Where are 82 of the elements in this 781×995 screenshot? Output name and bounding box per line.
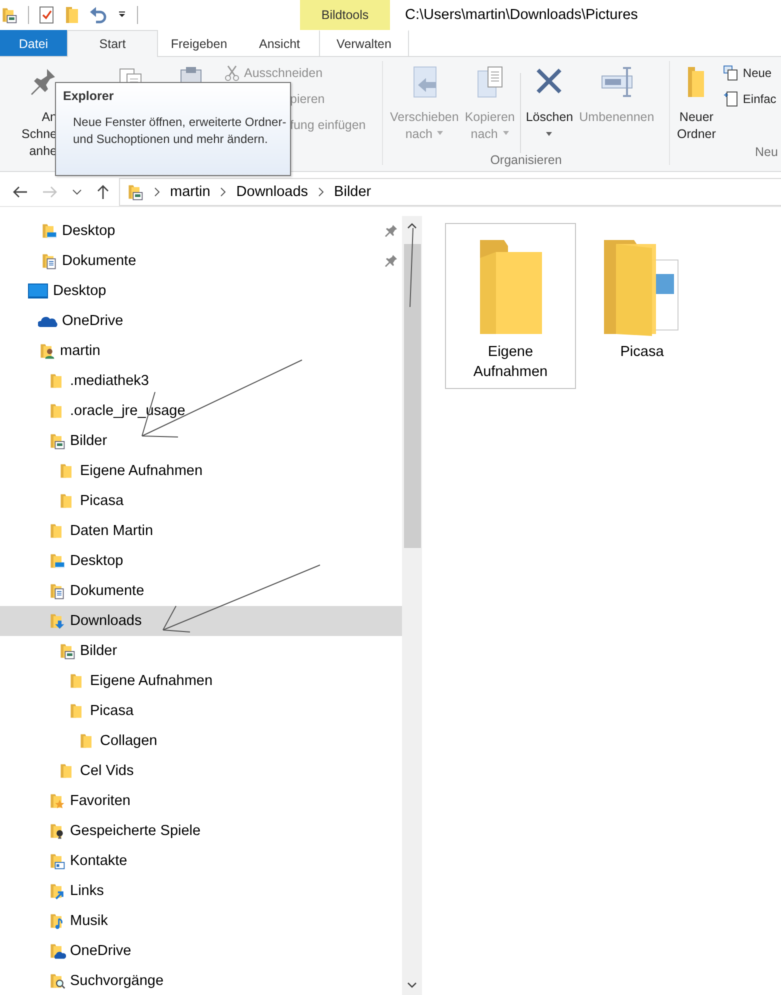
pictures-folder-icon: [126, 182, 144, 202]
chevron-icon: [317, 187, 326, 197]
tree-item[interactable]: Desktop: [0, 546, 402, 576]
folder-tile[interactable]: Picasa: [588, 223, 696, 389]
tree-item[interactable]: Dokumente: [0, 576, 402, 606]
user-folder-icon: [38, 342, 56, 360]
tree-item[interactable]: Collagen: [0, 726, 402, 756]
tree-item[interactable]: Picasa: [0, 696, 402, 726]
breadcrumb[interactable]: martin: [170, 184, 210, 200]
group-label: Neu: [754, 145, 779, 161]
scissors-icon: [224, 65, 240, 81]
tree-item[interactable]: Bilder: [0, 426, 402, 456]
desktop-folder-icon: [48, 552, 66, 570]
monitor-icon: [28, 283, 48, 299]
tree-item[interactable]: martin: [0, 336, 402, 366]
tree-item[interactable]: Eigene Aufnahmen: [0, 666, 402, 696]
downloads-folder-icon: [48, 612, 66, 630]
ribbon-tab[interactable]: Freigeben: [158, 30, 240, 56]
pin-icon[interactable]: [385, 255, 397, 267]
scrollbar-thumb[interactable]: [404, 244, 420, 548]
tree-item[interactable]: Eigene Aufnahmen: [0, 456, 402, 486]
ribbon-tab[interactable]: Ansicht: [240, 30, 319, 56]
tree-item[interactable]: Daten Martin: [0, 516, 402, 546]
undo-icon[interactable]: [89, 6, 107, 24]
back-arrow-icon[interactable]: [12, 185, 28, 199]
breadcrumb[interactable]: Bilder: [334, 184, 372, 200]
tree-item[interactable]: Gespeicherte Spiele: [0, 816, 402, 846]
links-folder-icon: [48, 882, 66, 900]
contextual-tab-header: Bildtools: [300, 0, 390, 30]
ribbon-button[interactable]: Neue: [722, 64, 776, 82]
search-folder-icon: [48, 972, 66, 990]
breadcrumb[interactable]: Downloads: [236, 184, 308, 200]
scrollbar[interactable]: [402, 216, 423, 995]
cloud-icon: [38, 314, 58, 328]
text-cursor-icon: [600, 65, 633, 99]
tree-item[interactable]: Links: [0, 876, 402, 906]
chevron-down-icon[interactable]: [407, 982, 417, 989]
tree-item[interactable]: Desktop: [0, 216, 402, 246]
tree-item[interactable]: Desktop: [0, 276, 402, 306]
tree-item[interactable]: Musik: [0, 906, 402, 936]
tree-item[interactable]: Kontakte: [0, 846, 402, 876]
folder-tile[interactable]: Eigene Aufnahmen: [445, 223, 576, 389]
tooltip-title: Explorer: [63, 89, 115, 103]
checklist-icon[interactable]: [39, 6, 55, 24]
documents-folder-icon: [48, 582, 66, 600]
file-tab[interactable]: Datei: [0, 30, 67, 56]
tooltip-text: Neue Fenster öffnen, erweiterte Ordner- und Suchoptionen und mehr ändern.: [73, 114, 288, 148]
documents-folder-icon: [40, 252, 58, 270]
pictures-folder-icon: [48, 432, 66, 450]
chevron-up-icon[interactable]: [407, 222, 417, 229]
tree-item[interactable]: Favoriten: [0, 786, 402, 816]
ribbon-button[interactable]: Neuer Ordner: [674, 65, 719, 143]
ribbon-button[interactable]: Löschen: [522, 65, 576, 139]
tree-item[interactable]: Bilder: [0, 636, 402, 666]
new-item-icon: [722, 65, 739, 81]
tree-item[interactable]: .mediathek3: [0, 366, 402, 396]
tree-item[interactable]: Downloads: [0, 606, 402, 636]
pictures-folder-icon[interactable]: [0, 6, 18, 24]
tree-item[interactable]: Cel Vids: [0, 756, 402, 786]
document-icon: [722, 91, 739, 107]
ribbon-tab[interactable]: Verwalten: [319, 30, 409, 56]
chevron-down-icon[interactable]: [72, 188, 82, 196]
games-folder-icon: [48, 822, 66, 840]
tree-item[interactable]: OneDrive: [0, 306, 402, 336]
pin-icon[interactable]: [385, 225, 397, 237]
ribbon-button[interactable]: Einfac: [722, 90, 776, 108]
onedrive-folder-icon: [48, 942, 66, 960]
pictures-folder-icon: [58, 642, 76, 660]
ribbon-tab[interactable]: Start: [67, 30, 158, 57]
tree-item[interactable]: Suchvorgänge: [0, 966, 402, 995]
chevron-icon: [219, 187, 228, 197]
group-label: Organisieren: [489, 153, 563, 167]
contacts-folder-icon: [48, 852, 66, 870]
desktop-folder-icon: [40, 222, 58, 240]
tree-item[interactable]: OneDrive: [0, 936, 402, 966]
up-arrow-icon[interactable]: [96, 184, 110, 200]
tree-item[interactable]: Dokumente: [0, 246, 402, 276]
star-folder-icon: [48, 792, 66, 810]
chevron-icon: [153, 187, 161, 197]
dropdown-icon[interactable]: [117, 11, 127, 19]
tree-item[interactable]: Picasa: [0, 486, 402, 516]
window-title: C:\Users\martin\Downloads\Pictures: [405, 7, 638, 23]
